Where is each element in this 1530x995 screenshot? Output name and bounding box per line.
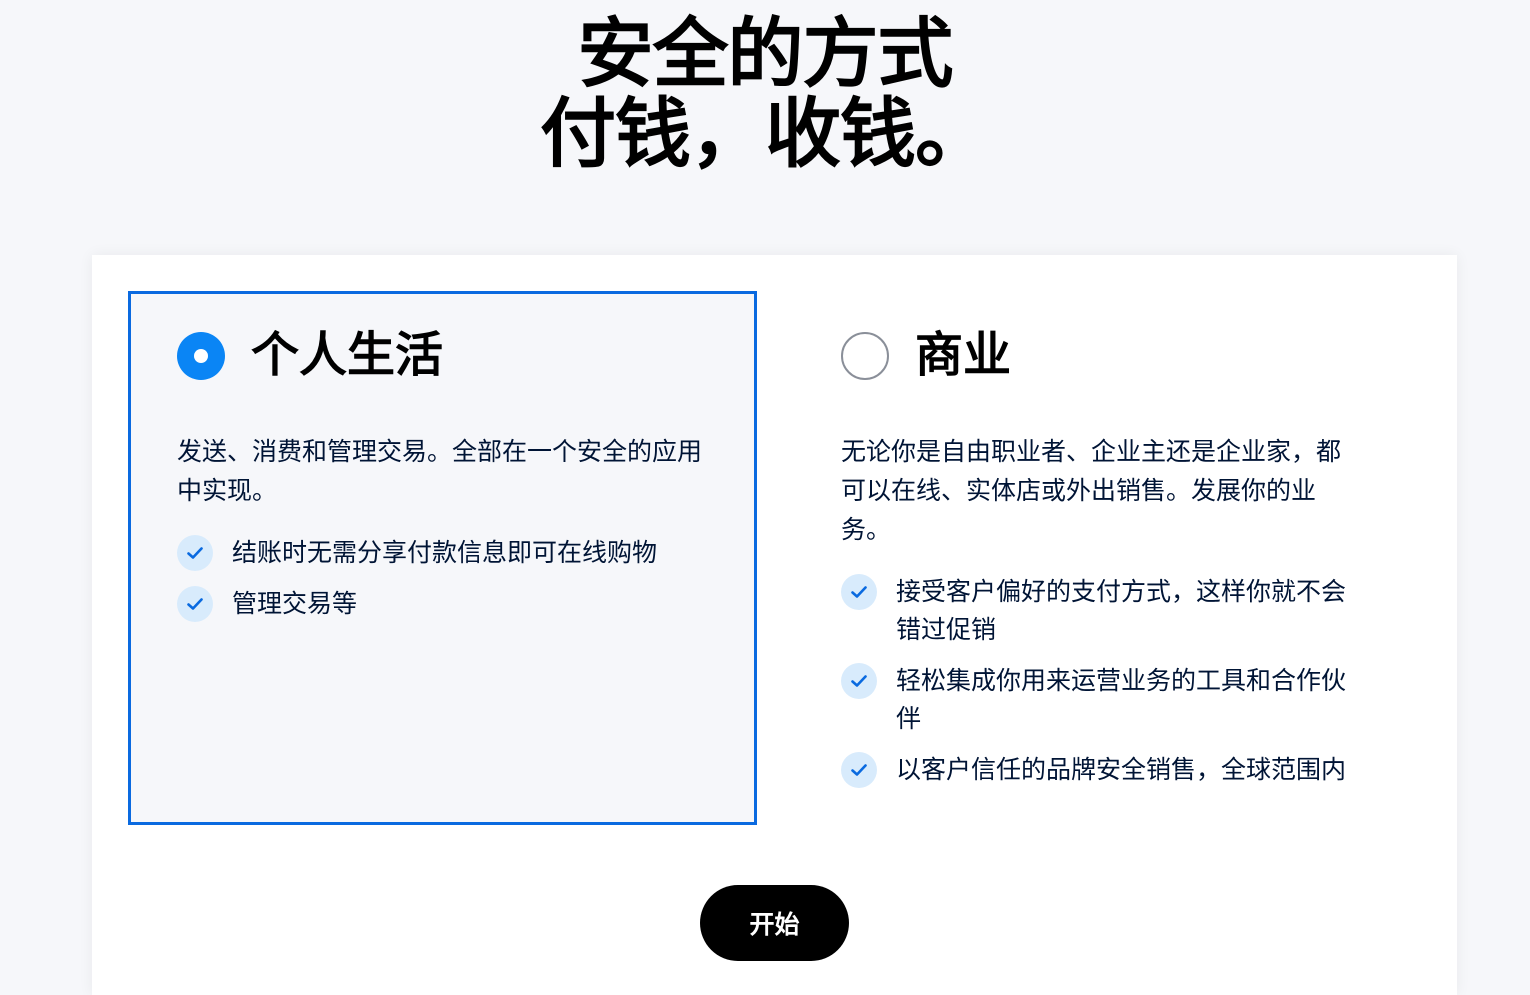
radio-selected-icon[interactable]	[177, 332, 225, 380]
list-item: 结账时无需分享付款信息即可在线购物	[177, 534, 727, 572]
feature-text: 管理交易等	[232, 589, 358, 618]
list-item: 以客户信任的品牌安全销售，全球范围内	[841, 751, 1361, 789]
option-business[interactable]: 商业 无论你是自由职业者、企业主还是企业家，都可以在线、实体店或外出销售。发展你…	[792, 291, 1421, 825]
option-title: 个人生活	[251, 327, 444, 383]
option-title: 商业	[915, 327, 1012, 383]
feature-text: 轻松集成你用来运营业务的工具和合作伙伴	[896, 666, 1347, 733]
hero-heading: 安全的方式 付钱，收钱。	[0, 14, 1530, 174]
check-icon	[841, 752, 877, 788]
hero-line-2: 付钱，收钱。	[540, 89, 991, 178]
radio-unselected-icon[interactable]	[841, 332, 889, 380]
list-item: 接受客户偏好的支付方式，这样你就不会错过促销	[841, 573, 1361, 649]
check-icon	[841, 663, 877, 699]
list-item: 轻松集成你用来运营业务的工具和合作伙伴	[841, 662, 1361, 738]
account-type-card: 个人生活 发送、消费和管理交易。全部在一个安全的应用中实现。 结账时无需分享付款…	[92, 255, 1457, 995]
start-button[interactable]: 开始	[700, 885, 849, 961]
check-icon	[177, 535, 213, 571]
feature-text: 以客户信任的品牌安全销售，全球范围内	[896, 755, 1347, 784]
option-personal[interactable]: 个人生活 发送、消费和管理交易。全部在一个安全的应用中实现。 结账时无需分享付款…	[128, 291, 757, 825]
option-description: 无论你是自由职业者、企业主还是企业家，都可以在线、实体店或外出销售。发展你的业务…	[841, 437, 1342, 544]
check-icon	[841, 574, 877, 610]
feature-list: 接受客户偏好的支付方式，这样你就不会错过促销 轻松集成你用来运营业务的工具和合作…	[841, 573, 1361, 802]
feature-text: 结账时无需分享付款信息即可在线购物	[232, 538, 658, 567]
list-item: 管理交易等	[177, 585, 727, 623]
check-icon	[177, 586, 213, 622]
feature-list: 结账时无需分享付款信息即可在线购物 管理交易等	[177, 534, 727, 636]
hero-line-1: 安全的方式	[577, 9, 954, 98]
option-description: 发送、消费和管理交易。全部在一个安全的应用中实现。	[177, 437, 703, 505]
feature-text: 接受客户偏好的支付方式，这样你就不会错过促销	[896, 577, 1347, 644]
